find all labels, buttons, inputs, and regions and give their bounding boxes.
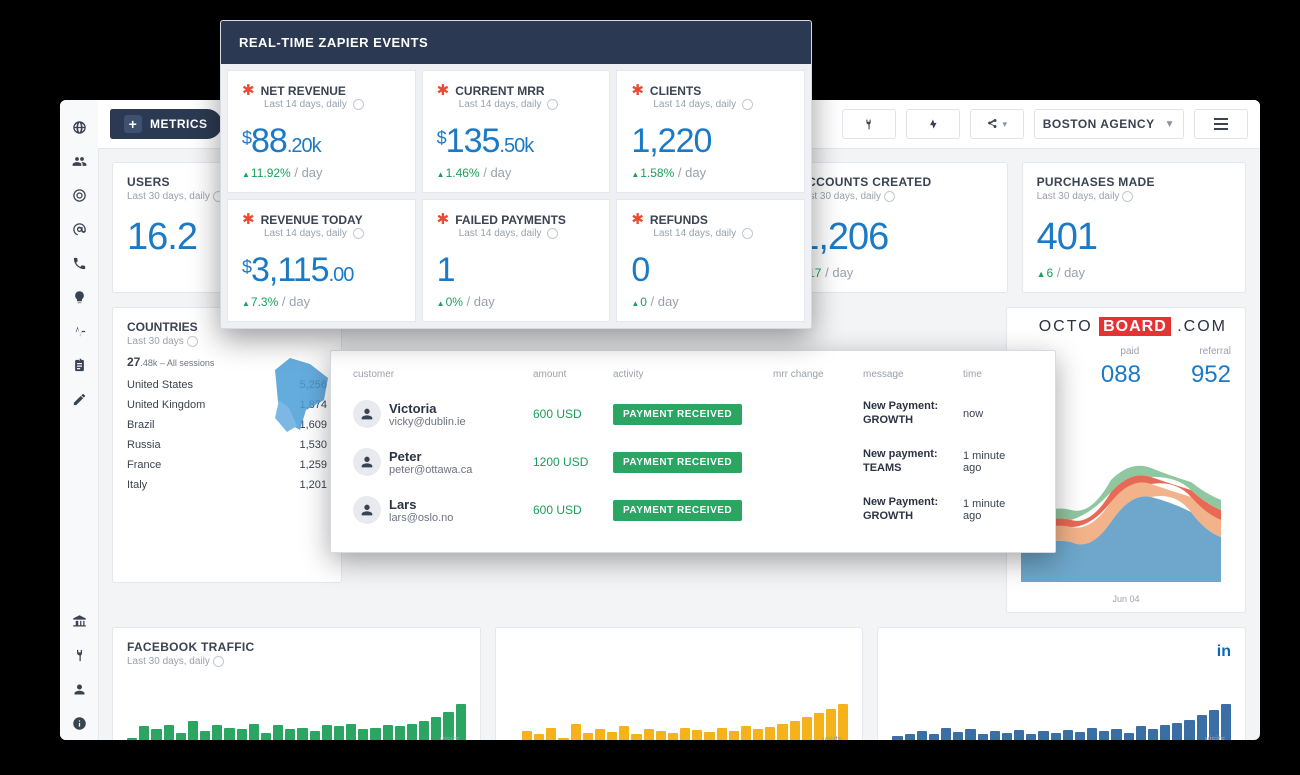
bar-chart xyxy=(892,704,1231,740)
table-header: customer amount activity mrr change mess… xyxy=(353,369,1033,380)
zapier-header: REAL-TIME ZAPIER EVENTS xyxy=(221,21,811,64)
pulse-icon[interactable] xyxy=(60,314,98,348)
kpi-sub: Last 30 days, daily xyxy=(798,191,992,202)
target-icon[interactable] xyxy=(60,178,98,212)
status-badge: PAYMENT RECEIVED xyxy=(613,500,742,521)
zapier-kpi[interactable]: ✱REVENUE TODAYLast 14 days, daily $3,115… xyxy=(227,199,416,322)
zapier-icon: ✱ xyxy=(631,212,644,227)
phone-icon[interactable] xyxy=(60,246,98,280)
zapier-icon: ✱ xyxy=(631,83,644,98)
zapier-panel: REAL-TIME ZAPIER EVENTS ✱NET REVENUELast… xyxy=(220,20,812,329)
at-icon[interactable] xyxy=(60,212,98,246)
zapier-kpi[interactable]: ✱CLIENTSLast 14 days, daily 1,2201.58% /… xyxy=(616,70,805,193)
yellow-traffic-card[interactable]: visits2,101 May 13May 20May 27Jun 03 xyxy=(495,627,864,740)
edit-icon[interactable] xyxy=(60,382,98,416)
hamburger-icon xyxy=(1214,118,1228,130)
zapier-kpi[interactable]: ✱REFUNDSLast 14 days, daily 00 / day xyxy=(616,199,805,322)
zapier-icon: ✱ xyxy=(242,212,255,227)
kpi-title: PURCHASES MADE xyxy=(1037,175,1231,189)
people-icon[interactable] xyxy=(60,144,98,178)
avatar-icon xyxy=(353,400,381,428)
chart-peak: visits1,517 xyxy=(1185,734,1225,740)
table-row[interactable]: Larslars@oslo.no600 USDPAYMENT RECEIVEDN… xyxy=(353,486,1033,534)
facebook-traffic-card[interactable]: FACEBOOK TRAFFIC Last 30 days, daily vis… xyxy=(112,627,481,740)
connector-button[interactable] xyxy=(842,109,896,139)
zapier-grid: ✱NET REVENUELast 14 days, daily $88.20k1… xyxy=(221,64,811,328)
bulb-icon[interactable] xyxy=(60,280,98,314)
spark-button[interactable] xyxy=(906,109,960,139)
clipboard-icon[interactable] xyxy=(60,348,98,382)
kpi-title: ACCOUNTS CREATED xyxy=(798,175,992,189)
events-panel: customer amount activity mrr change mess… xyxy=(330,350,1056,553)
table-row[interactable]: Victoriavicky@dublin.ie600 USDPAYMENT RE… xyxy=(353,390,1033,438)
zapier-kpi[interactable]: ✱FAILED PAYMENTSLast 14 days, daily 10% … xyxy=(422,199,611,322)
card-sub: Last 30 days, daily xyxy=(127,656,466,667)
zapier-icon: ✱ xyxy=(437,212,450,227)
table-row[interactable]: Peterpeter@ottawa.ca1200 USDPAYMENT RECE… xyxy=(353,438,1033,486)
agency-dropdown[interactable]: BOSTON AGENCY ▼ xyxy=(1034,109,1184,139)
share-button[interactable]: ▾ xyxy=(970,109,1024,139)
zapier-icon: ✱ xyxy=(437,83,450,98)
menu-button[interactable] xyxy=(1194,109,1248,139)
countries-card[interactable]: COUNTRIES Last 30 days 27.48k – All sess… xyxy=(112,307,342,583)
octoboard-logo: OCTO BOARD .COM xyxy=(1039,318,1227,336)
country-row[interactable]: Italy1,201 xyxy=(127,475,327,495)
bar-chart xyxy=(127,704,466,740)
linkedin-icon: in xyxy=(1217,643,1231,661)
kpi-value: 1,206 xyxy=(798,216,992,259)
zapier-kpi[interactable]: ✱CURRENT MRRLast 14 days, daily $135.50k… xyxy=(422,70,611,193)
plus-icon: + xyxy=(124,115,142,133)
zapier-kpi[interactable]: ✱NET REVENUELast 14 days, daily $88.20k1… xyxy=(227,70,416,193)
map-icon xyxy=(265,350,335,440)
chevron-down-icon: ▼ xyxy=(1165,119,1175,130)
bar-chart xyxy=(510,704,849,740)
add-metrics-button[interactable]: + METRICS xyxy=(110,109,222,139)
sidebar-nav xyxy=(60,100,99,740)
caret-icon: ▾ xyxy=(1002,119,1007,130)
kpi-purchases[interactable]: PURCHASES MADE Last 30 days, daily 401 6… xyxy=(1022,162,1246,293)
metrics-label: METRICS xyxy=(150,117,208,131)
status-badge: PAYMENT RECEIVED xyxy=(613,404,742,425)
kpi-sub: Last 30 days, daily xyxy=(1037,191,1231,202)
chart-peak: visits2,101 xyxy=(802,734,842,740)
zapier-icon: ✱ xyxy=(242,83,255,98)
kpi-delta: 17 / day xyxy=(798,265,992,280)
agency-label: BOSTON AGENCY xyxy=(1043,117,1155,131)
kpi-delta: 6 / day xyxy=(1037,265,1231,280)
plug-icon[interactable] xyxy=(60,638,98,672)
country-row[interactable]: France1,259 xyxy=(127,455,327,475)
kpi-value: 401 xyxy=(1037,216,1231,259)
user-icon[interactable] xyxy=(60,672,98,706)
chart-xlabel: Jun 04 xyxy=(1007,594,1245,604)
avatar-icon xyxy=(353,496,381,524)
chart-peak: visits996 xyxy=(433,734,460,740)
bank-icon[interactable] xyxy=(60,604,98,638)
linkedin-traffic-card[interactable]: in visits1,517 May 13May 20May 27Jun 03 xyxy=(877,627,1246,740)
kpi-accounts[interactable]: ACCOUNTS CREATED Last 30 days, daily 1,2… xyxy=(783,162,1007,293)
status-badge: PAYMENT RECEIVED xyxy=(613,452,742,473)
avatar-icon xyxy=(353,448,381,476)
globe-icon[interactable] xyxy=(60,110,98,144)
card-sub: Last 30 days xyxy=(127,336,327,347)
info-icon[interactable] xyxy=(60,706,98,740)
card-title: FACEBOOK TRAFFIC xyxy=(127,640,466,654)
